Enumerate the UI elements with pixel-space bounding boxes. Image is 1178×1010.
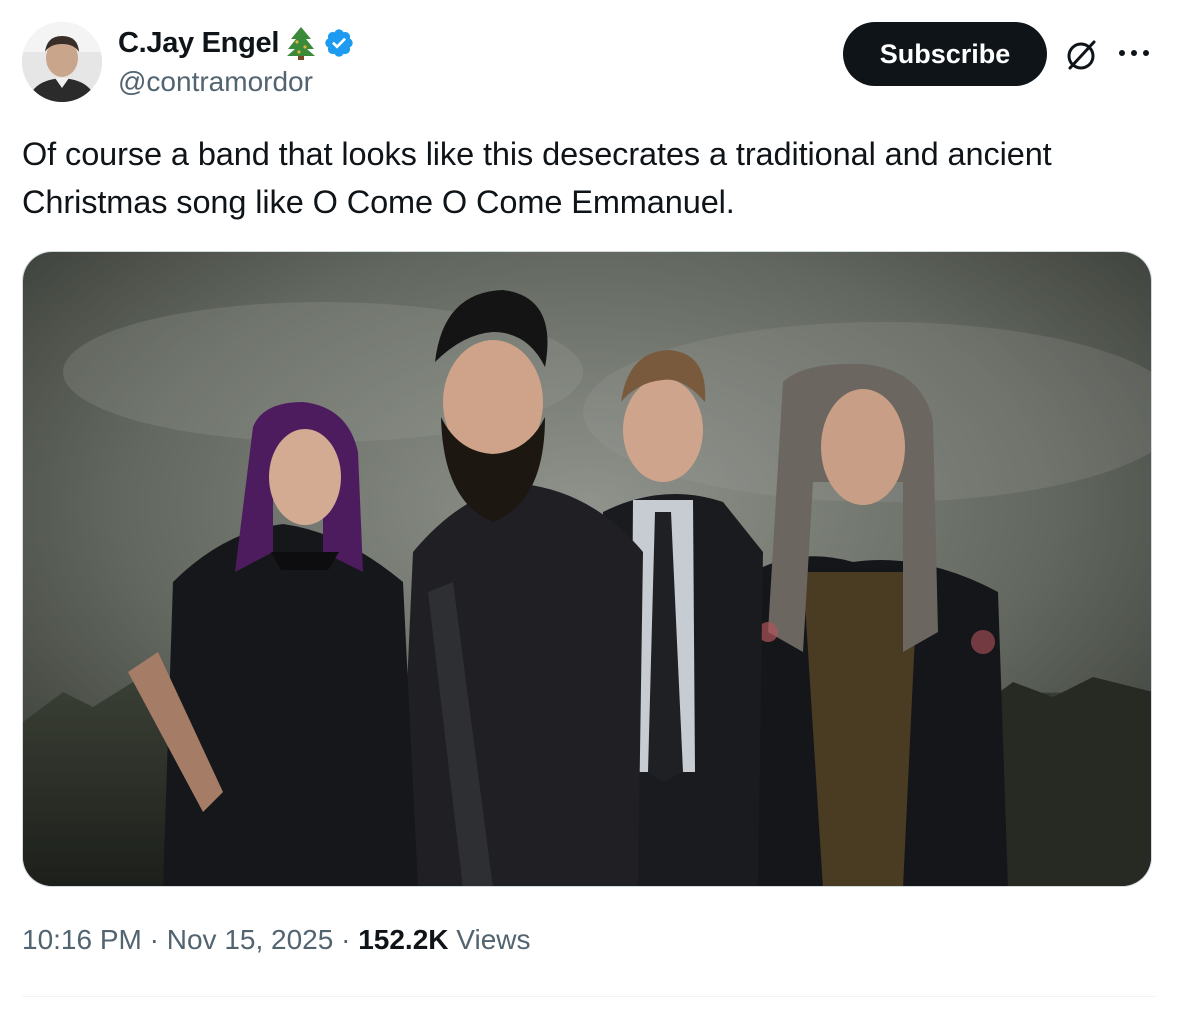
author-display-name[interactable]: C.Jay Engel (118, 27, 279, 60)
tweet-date[interactable]: Nov 15, 2025 (167, 924, 334, 955)
tweet-time[interactable]: 10:16 PM (22, 924, 142, 955)
divider (22, 996, 1155, 997)
grok-icon[interactable] (1062, 36, 1100, 74)
author-name-row[interactable]: C.Jay Engel (118, 24, 355, 62)
meta-separator: · (341, 924, 351, 955)
tweet-meta: 10:16 PM · Nov 15, 2025 · 152.2K Views (22, 924, 530, 956)
author-avatar[interactable] (22, 22, 102, 102)
tweet-photo[interactable] (22, 251, 1152, 887)
meta-separator: · (149, 924, 159, 955)
tweet-text: Of course a band that looks like this de… (22, 136, 1052, 220)
author-handle[interactable]: @contramordor (118, 66, 313, 98)
avatar-image (22, 22, 102, 102)
more-icon[interactable] (1114, 42, 1154, 64)
views-label: Views (456, 924, 531, 955)
band-photo-image (23, 252, 1151, 886)
subscribe-button[interactable]: Subscribe (843, 22, 1047, 86)
christmas-tree-icon (287, 27, 316, 60)
verified-badge-icon[interactable] (323, 27, 355, 59)
views-count: 152.2K (358, 924, 449, 955)
